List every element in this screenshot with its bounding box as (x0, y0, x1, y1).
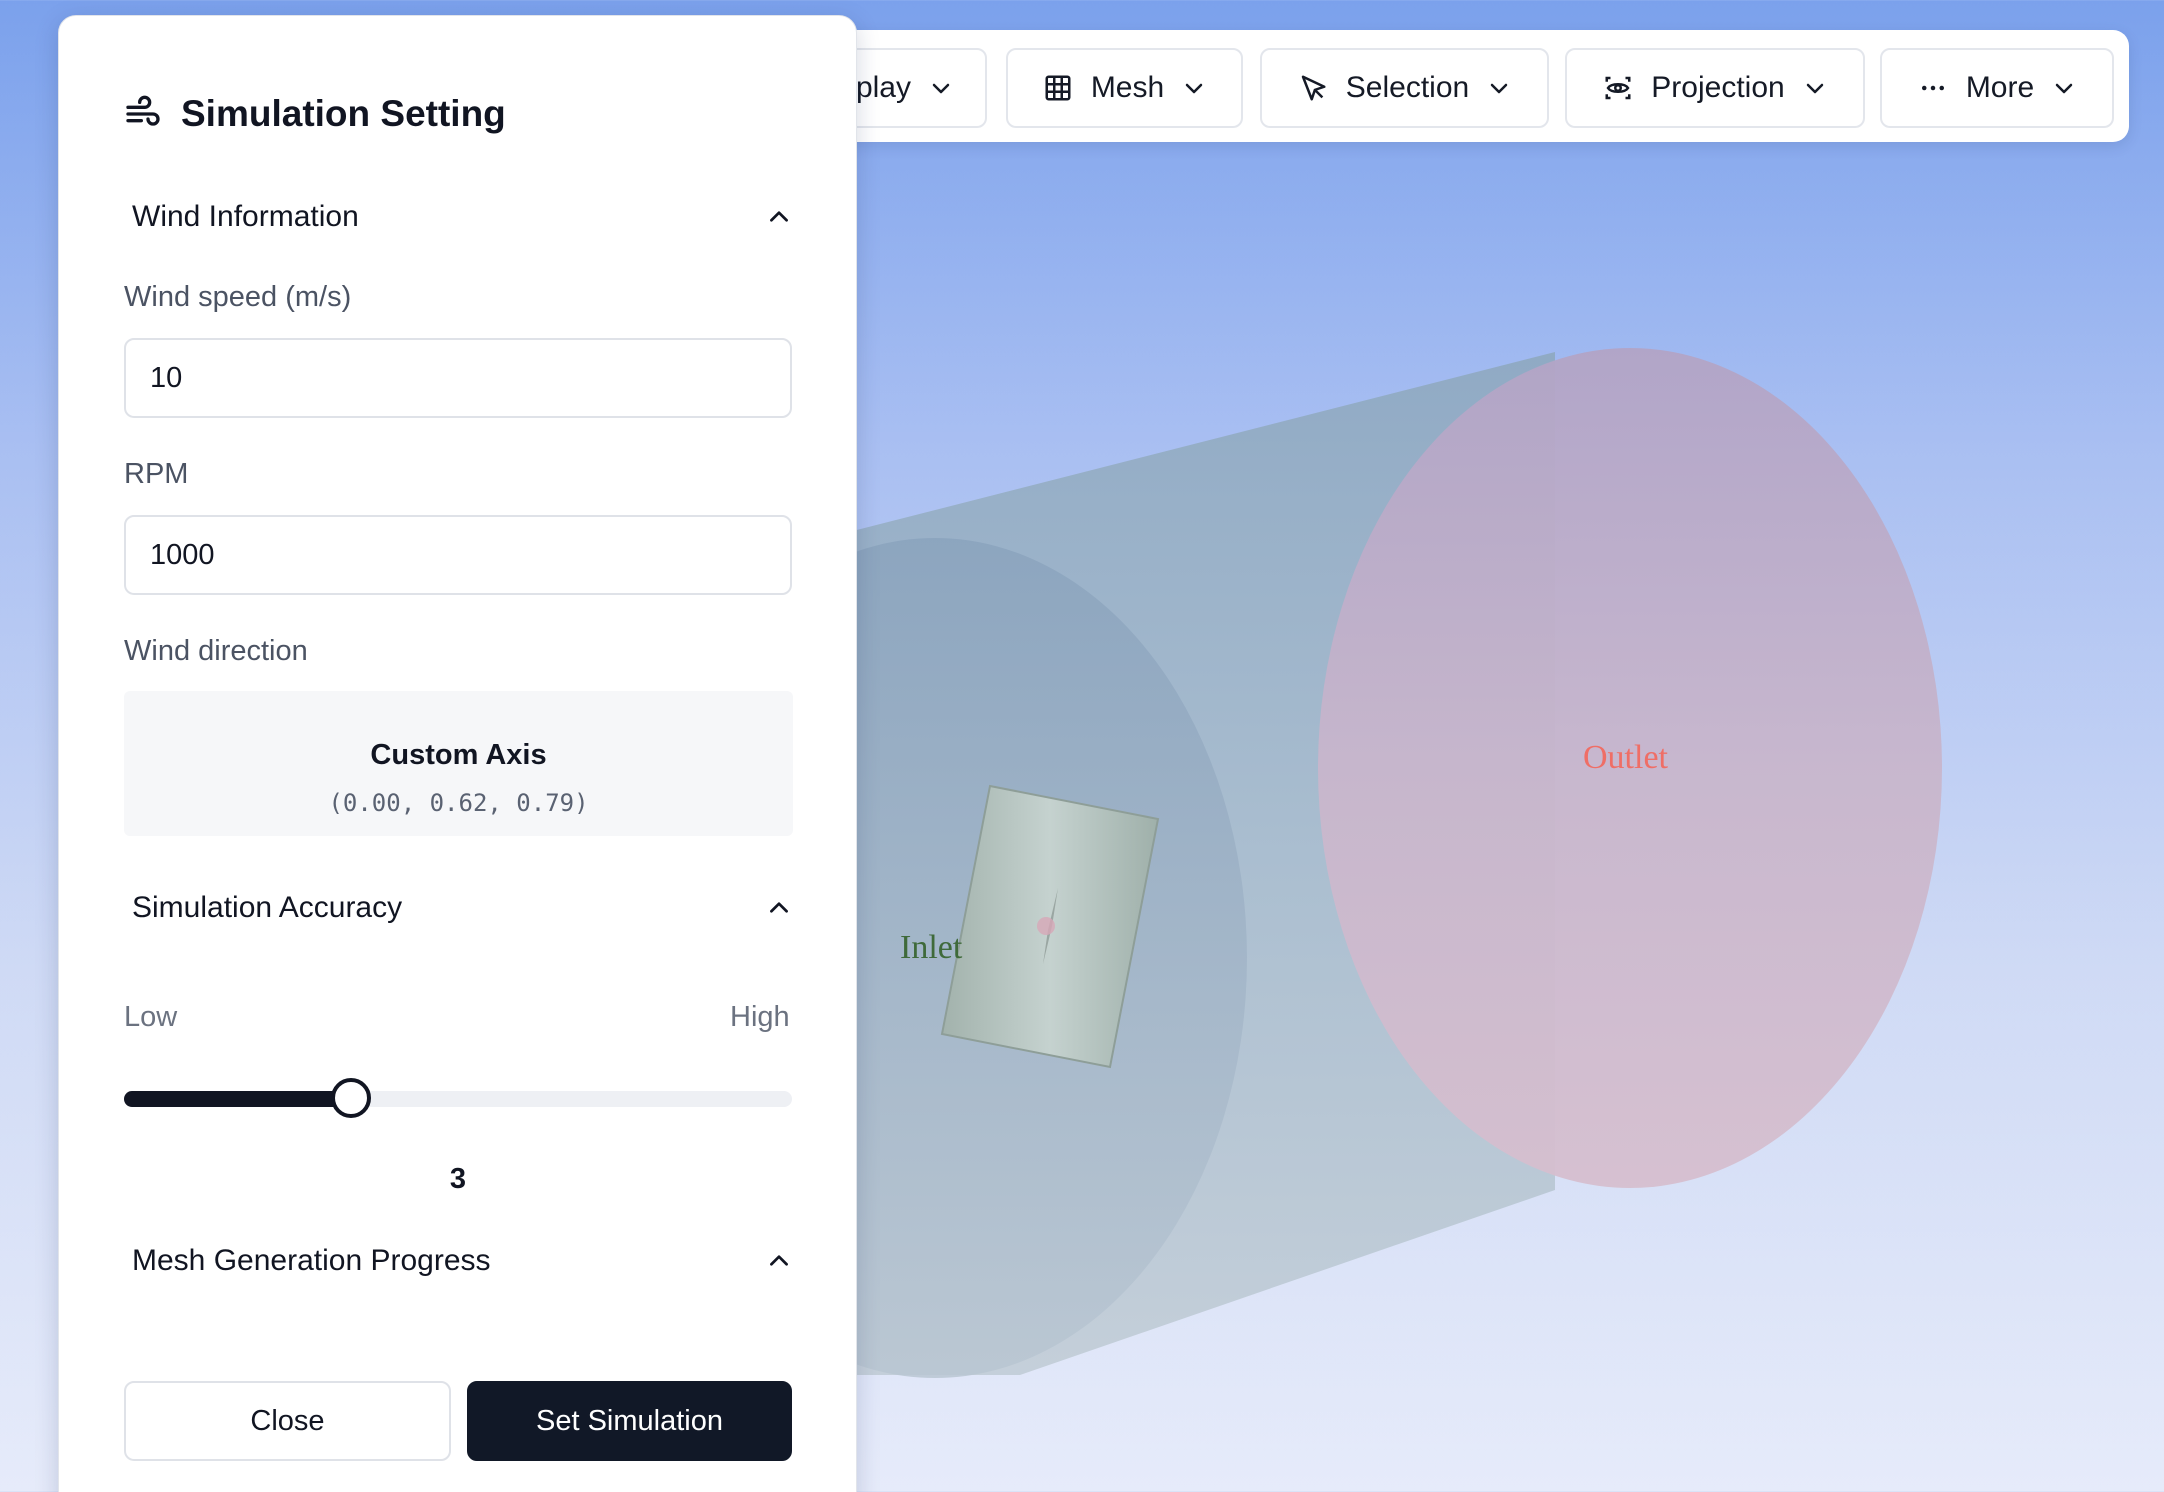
mesh-menu-button[interactable]: Mesh (1006, 48, 1243, 128)
chevron-down-icon (2055, 83, 2073, 94)
more-label: More (1965, 71, 2035, 104)
mesh-generation-header[interactable]: Mesh Generation Progress (132, 1236, 792, 1286)
wind-speed-label: Wind speed (m/s) (124, 281, 352, 313)
chevron-up-icon (770, 1255, 788, 1266)
display-menu-button[interactable]: play (835, 48, 987, 128)
rpm-label: RPM (124, 458, 189, 490)
accuracy-value: 3 (449, 1163, 467, 1195)
accuracy-slider-thumb[interactable] (331, 1078, 372, 1118)
panel-title: Simulation Setting (123, 93, 506, 135)
eye-icon (1605, 76, 1631, 100)
cursor-arrow-icon (1301, 75, 1326, 101)
wind-direction-label: Wind direction (124, 635, 308, 667)
projection-menu-button[interactable]: Projection (1565, 48, 1865, 128)
more-dots-icon (1921, 85, 1944, 91)
accuracy-high-label: High (730, 1001, 790, 1033)
chevron-down-icon (932, 83, 950, 94)
outlet-label: Outlet (1583, 739, 1669, 776)
simulation-accuracy-header[interactable]: Simulation Accuracy (132, 883, 792, 933)
set-simulation-button[interactable]: Set Simulation (467, 1381, 792, 1461)
wind-direction-coords: (0.00, 0.62, 0.79) (328, 789, 589, 817)
inlet-label: Inlet (900, 929, 963, 966)
accuracy-low-label: Low (124, 1001, 178, 1033)
chevron-up-icon (770, 211, 788, 222)
mesh-label: Mesh (1090, 71, 1165, 104)
accuracy-slider[interactable] (124, 1078, 792, 1118)
accuracy-slider-fill (124, 1091, 352, 1107)
simulation-accuracy-title: Simulation Accuracy (132, 891, 403, 924)
rpm-input[interactable] (124, 515, 792, 595)
wind-information-header[interactable]: Wind Information (132, 192, 792, 242)
display-label: play (855, 71, 911, 104)
chevron-down-icon (1185, 83, 1203, 94)
selection-menu-button[interactable]: Selection (1260, 48, 1549, 128)
mesh-generation-title: Mesh Generation Progress (132, 1244, 491, 1277)
selection-label: Selection (1345, 71, 1470, 104)
chevron-down-icon (1806, 83, 1823, 94)
wind-direction-selector[interactable]: Custom Axis (0.00, 0.62, 0.79) (124, 691, 793, 836)
viewport-toolbar: play Mesh Selection Projection More (790, 30, 2129, 142)
wind-direction-title: Custom Axis (370, 739, 547, 771)
wind-icon (126, 95, 160, 126)
projection-label: Projection (1651, 71, 1785, 104)
simulation-settings-panel: Simulation Setting Wind Information Wind… (58, 15, 857, 1492)
close-button[interactable]: Close (124, 1381, 451, 1461)
chevron-up-icon (770, 902, 788, 913)
wind-information-title: Wind Information (132, 200, 359, 233)
more-menu-button[interactable]: More (1880, 48, 2114, 128)
chevron-down-icon (1490, 83, 1508, 94)
panel-title-text: Simulation Setting (181, 93, 506, 134)
wind-speed-input[interactable] (124, 338, 792, 418)
grid-icon (1045, 75, 1071, 101)
